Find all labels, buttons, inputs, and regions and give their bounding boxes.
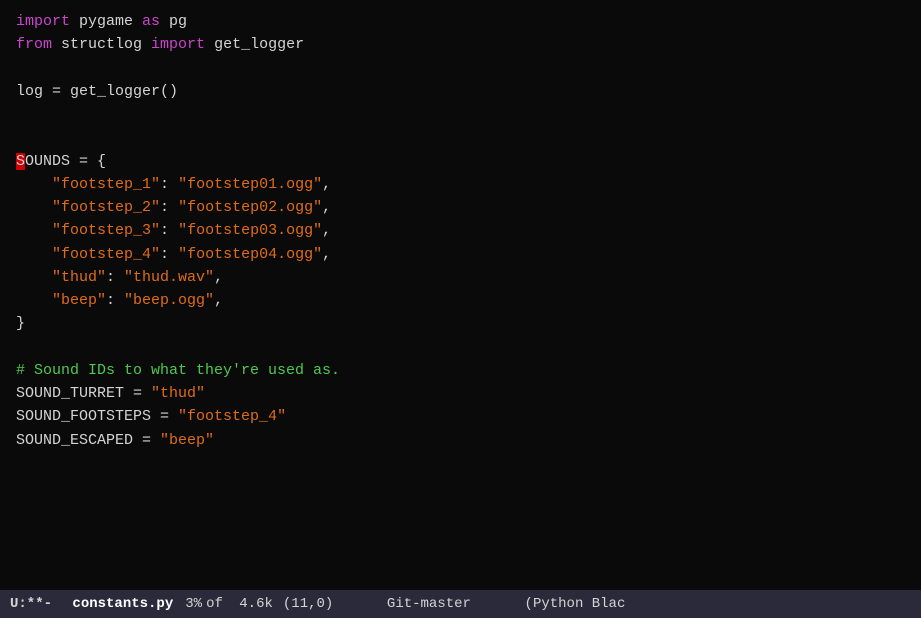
code-line: import pygame as pg <box>16 10 905 33</box>
code-line: "footstep_4": "footstep04.ogg", <box>16 243 905 266</box>
code-line <box>16 126 905 149</box>
status-pct: 3% <box>185 596 202 612</box>
code-line: SOUNDS = { <box>16 150 905 173</box>
code-line <box>16 103 905 126</box>
status-mode: U:**- <box>10 596 52 612</box>
code-line <box>16 57 905 80</box>
code-line: } <box>16 312 905 335</box>
code-line: # Sound IDs to what they're used as. <box>16 359 905 382</box>
status-bar: U:**- constants.py 3% of 4.6k (11,0) Git… <box>0 590 921 618</box>
status-syntax: (Python Blac <box>525 596 626 612</box>
code-line: log = get_logger() <box>16 80 905 103</box>
status-pos: (11,0) <box>283 596 333 612</box>
code-editor[interactable]: import pygame as pgfrom structlog import… <box>0 0 921 590</box>
code-line: SOUND_FOOTSTEPS = "footstep_4" <box>16 405 905 428</box>
code-line: "footstep_1": "footstep01.ogg", <box>16 173 905 196</box>
code-line: "thud": "thud.wav", <box>16 266 905 289</box>
code-line: from structlog import get_logger <box>16 33 905 56</box>
status-of-label: of <box>206 596 223 612</box>
code-line: "footstep_2": "footstep02.ogg", <box>16 196 905 219</box>
status-filename: constants.py <box>72 596 173 612</box>
code-line: "beep": "beep.ogg", <box>16 289 905 312</box>
status-git: Git-master <box>387 596 471 612</box>
code-line: SOUND_ESCAPED = "beep" <box>16 429 905 452</box>
code-line: SOUND_TURRET = "thud" <box>16 382 905 405</box>
status-size: 4.6k <box>239 596 273 612</box>
code-line <box>16 336 905 359</box>
code-line: "footstep_3": "footstep03.ogg", <box>16 219 905 242</box>
